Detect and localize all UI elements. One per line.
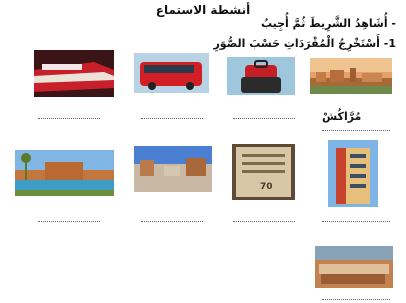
answer-line-market[interactable]	[322, 299, 390, 300]
garden-pool-image	[15, 150, 114, 196]
page-title: أنشطة الاستماع	[155, 3, 251, 17]
luggage-image	[227, 57, 295, 95]
instruction-extract: 1- أَسْتَخْرِجُ الْمُفْرَدَاتِ حَسْبَ ال…	[213, 37, 396, 50]
square-image	[134, 146, 212, 192]
hotel-building-image	[328, 140, 378, 207]
market-image	[315, 246, 393, 288]
answer-line-square[interactable]	[141, 221, 203, 222]
svg-text:70: 70	[260, 182, 273, 192]
answer-line-train[interactable]	[38, 118, 100, 119]
answer-line-garden[interactable]	[38, 221, 100, 222]
bus-image	[134, 53, 209, 93]
train-image	[34, 50, 114, 97]
instruction-listen: - أُشَاهِدُ الشَّرِيطَ ثُمَّ أُجِيبُ	[260, 17, 396, 30]
answer-line-city[interactable]	[322, 130, 390, 131]
answer-line-hotel[interactable]	[322, 221, 390, 222]
city-panorama-image	[310, 58, 392, 94]
plaque-image: 70	[232, 144, 295, 200]
answer-line-luggage[interactable]	[233, 118, 295, 119]
answer-line-plaque[interactable]	[233, 221, 295, 222]
city-word: مُرَّاكُشْ	[322, 110, 362, 123]
answer-line-bus[interactable]	[141, 118, 203, 119]
